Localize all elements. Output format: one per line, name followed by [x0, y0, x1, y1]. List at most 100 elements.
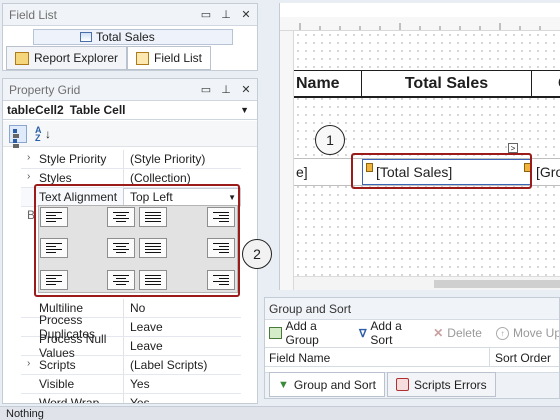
- callout-box-2: [34, 184, 240, 297]
- move-up-label: Move Up: [512, 326, 560, 340]
- chevron-down-icon[interactable]: ▼: [240, 105, 249, 115]
- object-type: Table Cell: [69, 103, 126, 117]
- tab-report-explorer[interactable]: Report Explorer: [6, 46, 128, 70]
- header-cell-name[interactable]: Name: [294, 71, 362, 97]
- detail-cell-gross[interactable]: [Gross: [532, 159, 560, 185]
- tab-scripts-errors[interactable]: Scripts Errors: [387, 372, 496, 397]
- property-name: Visible: [39, 377, 75, 391]
- property-grid-header: Property Grid ▭ ⊥ ✕: [3, 79, 257, 101]
- pin-icon[interactable]: ⊥: [219, 82, 233, 96]
- chevron-right-icon[interactable]: ›: [27, 358, 30, 369]
- property-value: (Label Scripts): [130, 358, 208, 372]
- property-value: No: [130, 301, 146, 315]
- scrollbar-thumb[interactable]: [434, 280, 560, 288]
- restore-icon[interactable]: ▭: [199, 82, 213, 96]
- ruler-ticks: [299, 23, 541, 30]
- group-sort-title: Group and Sort: [269, 301, 352, 316]
- move-up-icon: ↑: [495, 326, 509, 340]
- header-cell-label: Total Sales: [404, 75, 489, 92]
- column-header-sort-order[interactable]: Sort Order: [495, 351, 551, 365]
- add-group-icon: [269, 327, 282, 339]
- add-sort-label: Add a Sort: [370, 319, 402, 347]
- alphabetical-sort-icon[interactable]: AZ: [35, 126, 42, 143]
- group-sort-icon: ▼: [278, 378, 289, 391]
- tab-field-list[interactable]: Field List: [127, 46, 212, 70]
- property-grid-toolbar: AZ ↓: [3, 121, 257, 148]
- property-name: Scripts: [39, 358, 76, 372]
- group-sort-header: Group and Sort: [265, 298, 559, 320]
- property-row[interactable]: Visible Yes: [21, 375, 241, 394]
- callout-box-1: [351, 153, 532, 189]
- restore-icon[interactable]: ▭: [199, 7, 213, 21]
- tab-group-and-sort-label: Group and Sort: [293, 377, 376, 392]
- tab-group-and-sort[interactable]: ▼ Group and Sort: [269, 372, 385, 397]
- report-header-row: Name Total Sales G: [294, 70, 560, 98]
- property-row[interactable]: Word Wrap Yes: [21, 394, 241, 404]
- property-row[interactable]: Process Null Values Leave: [21, 332, 241, 360]
- field-list-tab-icon: [136, 51, 149, 65]
- table-field-icon: [80, 32, 92, 42]
- tab-report-explorer-label: Report Explorer: [34, 51, 119, 65]
- property-row[interactable]: › Style Priority (Style Priority): [21, 150, 241, 169]
- vertical-ruler: [280, 31, 294, 290]
- callout-badge-1: 1: [315, 125, 345, 155]
- property-grid-title: Property Grid: [9, 82, 81, 97]
- tab-field-list-label: Field List: [154, 51, 203, 65]
- callout-number: 1: [326, 132, 334, 148]
- delete-icon: ✕: [433, 326, 444, 340]
- status-bar: Nothing: [0, 406, 560, 420]
- property-value: Leave: [130, 339, 163, 353]
- group-sort-toolbar: Add a Group ∇ Add a Sort ✕ Delete ↑ Move…: [265, 319, 560, 347]
- group-sort-panel: Group and Sort Add a Group ∇ Add a Sort …: [264, 297, 560, 399]
- move-up-button[interactable]: ↑ Move Up: [495, 326, 560, 340]
- property-row[interactable]: › Scripts (Label Scripts): [21, 356, 241, 375]
- property-value: (Style Priority): [130, 152, 206, 166]
- detail-cell-text: e]: [296, 164, 308, 180]
- field-list-header: Field List ▭ ⊥ ✕: [3, 4, 257, 26]
- field-list-title: Field List: [9, 7, 58, 22]
- horizontal-ruler: [280, 17, 560, 31]
- property-name: Styles: [39, 171, 72, 185]
- designer-horizontal-scrollbar[interactable]: [294, 276, 560, 290]
- add-sort-button[interactable]: ∇ Add a Sort: [359, 319, 419, 347]
- callout-number: 2: [253, 246, 261, 262]
- header-cell-label: Name: [296, 75, 340, 92]
- field-list-item[interactable]: Total Sales: [33, 29, 233, 45]
- property-value: Yes: [130, 377, 150, 391]
- field-list-item-label: Total Sales: [96, 30, 155, 44]
- report-explorer-icon: [15, 51, 29, 65]
- chevron-right-icon[interactable]: ›: [27, 171, 30, 182]
- header-cell-total-sales[interactable]: Total Sales: [362, 71, 532, 97]
- group-sort-column-headers: Field Name Sort Order: [265, 347, 559, 367]
- close-icon[interactable]: ✕: [239, 7, 253, 21]
- smart-tag-button[interactable]: >: [508, 143, 518, 153]
- status-text: Nothing: [6, 407, 44, 420]
- tab-scripts-errors-label: Scripts Errors: [414, 377, 487, 392]
- property-value: (Collection): [130, 171, 191, 185]
- add-group-label: Add a Group: [285, 319, 319, 347]
- field-list-panel: Field List ▭ ⊥ ✕ Total Sales Report Expl…: [2, 3, 258, 71]
- categorized-icon[interactable]: [9, 125, 27, 148]
- pin-icon[interactable]: ⊥: [219, 7, 233, 21]
- property-value: Leave: [130, 320, 163, 334]
- sort-arrow-icon: ↓: [45, 127, 51, 141]
- smart-tag-glyph: >: [510, 143, 516, 153]
- column-divider: [489, 348, 490, 367]
- field-list-header-buttons: ▭ ⊥ ✕: [199, 7, 253, 21]
- delete-label: Delete: [447, 326, 482, 340]
- callout-badge-2: 2: [242, 239, 272, 269]
- scripts-errors-icon: [396, 378, 409, 391]
- property-grid-header-buttons: ▭ ⊥ ✕: [199, 82, 253, 96]
- property-name: Word Wrap: [39, 396, 100, 404]
- property-name: Style Priority: [39, 152, 107, 166]
- chevron-right-icon[interactable]: ›: [27, 152, 30, 163]
- object-selector[interactable]: tableCell2 Table Cell ▼: [3, 101, 257, 120]
- delete-button[interactable]: ✕ Delete: [433, 326, 482, 340]
- column-header-field-name[interactable]: Field Name: [269, 351, 330, 365]
- add-sort-icon: ∇: [359, 327, 367, 340]
- close-icon[interactable]: ✕: [239, 82, 253, 96]
- add-group-button[interactable]: Add a Group: [269, 319, 345, 347]
- header-cell-gross[interactable]: G: [532, 71, 560, 97]
- property-value: Yes: [130, 396, 150, 404]
- object-name: tableCell2: [7, 103, 64, 117]
